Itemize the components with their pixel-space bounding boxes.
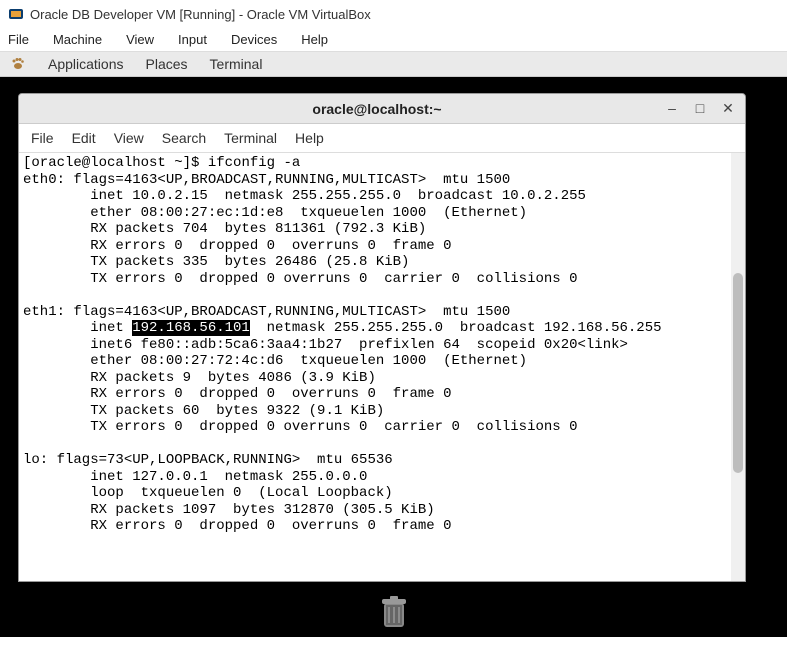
terminal-body[interactable]: [oracle@localhost ~]$ ifconfig -a eth0: … xyxy=(19,153,745,581)
term-menu-search[interactable]: Search xyxy=(162,130,206,146)
eth1-ether: ether 08:00:27:72:4c:d6 txqueuelen 1000 … xyxy=(23,353,527,369)
gnome-applications[interactable]: Applications xyxy=(48,56,124,72)
eth0-rx-packets: RX packets 704 bytes 811361 (792.3 KiB) xyxy=(23,221,426,237)
close-button[interactable]: ✕ xyxy=(721,100,735,117)
eth0-inet: inet 10.0.2.15 netmask 255.255.255.0 bro… xyxy=(23,188,586,204)
term-menu-terminal[interactable]: Terminal xyxy=(224,130,277,146)
eth1-inet-pre: inet xyxy=(23,320,132,336)
trash-icon[interactable] xyxy=(374,591,414,631)
shell-command: ifconfig -a xyxy=(208,155,300,171)
eth1-rx-packets: RX packets 9 bytes 4086 (3.9 KiB) xyxy=(23,370,376,386)
virtualbox-icon xyxy=(8,6,24,22)
eth0-header: eth0: flags=4163<UP,BROADCAST,RUNNING,MU… xyxy=(23,172,510,188)
lo-rx-packets: RX packets 1097 bytes 312870 (305.5 KiB) xyxy=(23,502,435,518)
eth1-tx-errors: TX errors 0 dropped 0 overruns 0 carrier… xyxy=(23,419,578,435)
eth0-ether: ether 08:00:27:ec:1d:e8 txqueuelen 1000 … xyxy=(23,205,527,221)
vbox-menu-view[interactable]: View xyxy=(126,32,154,47)
terminal-window: oracle@localhost:~ – □ ✕ File Edit View … xyxy=(18,93,746,582)
eth1-inet-post: netmask 255.255.255.0 broadcast 192.168.… xyxy=(250,320,662,336)
terminal-titlebar[interactable]: oracle@localhost:~ – □ ✕ xyxy=(19,94,745,124)
term-menu-help[interactable]: Help xyxy=(295,130,324,146)
term-menu-file[interactable]: File xyxy=(31,130,54,146)
vbox-menu-help[interactable]: Help xyxy=(301,32,328,47)
eth0-tx-packets: TX packets 335 bytes 26486 (25.8 KiB) xyxy=(23,254,409,270)
eth1-tx-packets: TX packets 60 bytes 9322 (9.1 KiB) xyxy=(23,403,384,419)
scrollbar-thumb[interactable] xyxy=(733,273,743,473)
gnome-terminal-menu[interactable]: Terminal xyxy=(210,56,263,72)
term-menu-view[interactable]: View xyxy=(114,130,144,146)
foot-icon[interactable] xyxy=(10,56,26,72)
eth1-inet6: inet6 fe80::adb:5ca6:3aa4:1b27 prefixlen… xyxy=(23,337,628,353)
terminal-title: oracle@localhost:~ xyxy=(89,101,665,117)
vbox-menu-devices[interactable]: Devices xyxy=(231,32,277,47)
vbox-title: Oracle DB Developer VM [Running] - Oracl… xyxy=(30,7,371,22)
eth1-ip-highlight: 192.168.56.101 xyxy=(132,320,250,336)
lo-inet: inet 127.0.0.1 netmask 255.0.0.0 xyxy=(23,469,367,485)
vbox-titlebar: Oracle DB Developer VM [Running] - Oracl… xyxy=(0,0,787,28)
eth0-tx-errors: TX errors 0 dropped 0 overruns 0 carrier… xyxy=(23,271,578,287)
vbox-menu-file[interactable]: File xyxy=(8,32,29,47)
minimize-button[interactable]: – xyxy=(665,100,679,117)
shell-prompt: [oracle@localhost ~]$ xyxy=(23,155,208,171)
eth1-header: eth1: flags=4163<UP,BROADCAST,RUNNING,MU… xyxy=(23,304,510,320)
maximize-button[interactable]: □ xyxy=(693,100,707,117)
lo-header: lo: flags=73<UP,LOOPBACK,RUNNING> mtu 65… xyxy=(23,452,393,468)
lo-rx-errors: RX errors 0 dropped 0 overruns 0 frame 0 xyxy=(23,518,451,534)
eth0-rx-errors: RX errors 0 dropped 0 overruns 0 frame 0 xyxy=(23,238,451,254)
vbox-menubar: File Machine View Input Devices Help xyxy=(0,28,787,52)
scrollbar[interactable] xyxy=(731,153,745,581)
vbox-menu-machine[interactable]: Machine xyxy=(53,32,102,47)
term-menu-edit[interactable]: Edit xyxy=(72,130,96,146)
terminal-menubar: File Edit View Search Terminal Help xyxy=(19,124,745,153)
eth1-rx-errors: RX errors 0 dropped 0 overruns 0 frame 0 xyxy=(23,386,451,402)
vbox-menu-input[interactable]: Input xyxy=(178,32,207,47)
gnome-panel: Applications Places Terminal xyxy=(0,52,787,77)
lo-loop: loop txqueuelen 0 (Local Loopback) xyxy=(23,485,393,501)
vm-desktop: oracle@localhost:~ – □ ✕ File Edit View … xyxy=(0,77,787,637)
gnome-places[interactable]: Places xyxy=(146,56,188,72)
